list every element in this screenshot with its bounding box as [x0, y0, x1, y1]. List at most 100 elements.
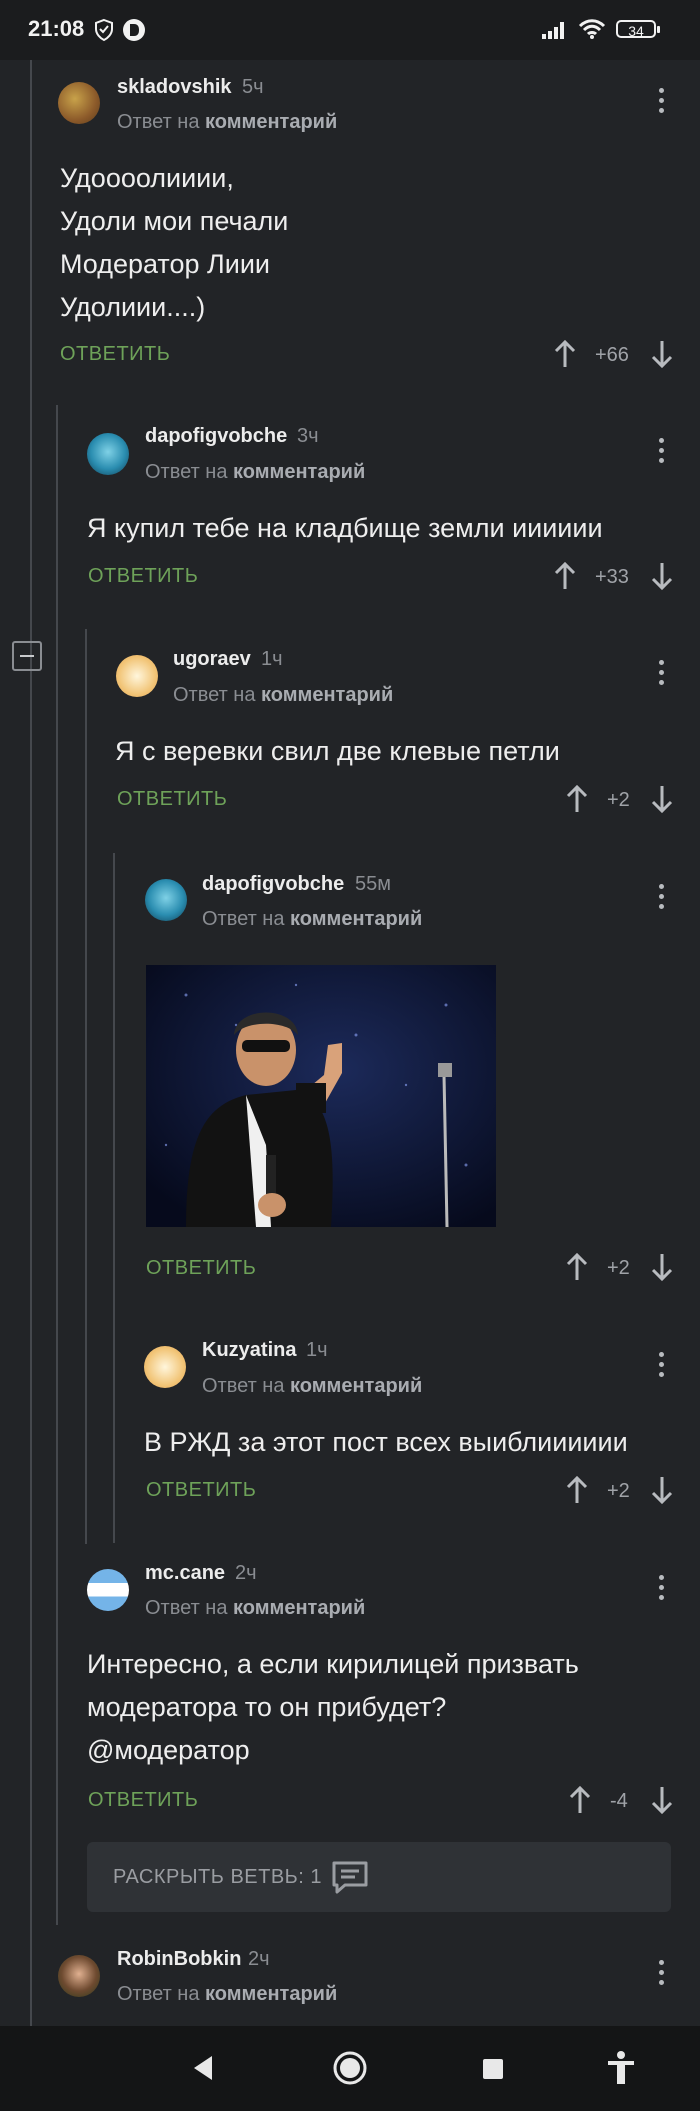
- reply-target[interactable]: комментарий: [205, 111, 337, 133]
- avatar[interactable]: [58, 82, 100, 124]
- comment-line: Я купил тебе на кладбище земли ииииии: [87, 513, 603, 543]
- username[interactable]: ugoraev: [173, 648, 251, 671]
- reply-button[interactable]: ОТВЕТИТЬ: [88, 565, 198, 588]
- comment-line: @модератор: [87, 1735, 250, 1765]
- reply-prefix: Ответ на: [202, 908, 285, 930]
- reply-target[interactable]: комментарий: [290, 1375, 422, 1397]
- downvote-icon[interactable]: [650, 1785, 674, 1815]
- comment-time: 55м: [355, 873, 391, 895]
- status-time: 21:08: [28, 16, 85, 41]
- reply-button[interactable]: ОТВЕТИТЬ: [88, 1789, 198, 1812]
- avatar[interactable]: [144, 1346, 186, 1388]
- reply-prefix: Ответ на: [117, 111, 200, 133]
- comment-line: Удоооолииии,: [60, 163, 234, 193]
- avatar[interactable]: [87, 433, 129, 475]
- downvote-icon[interactable]: [650, 561, 674, 591]
- comment-image[interactable]: [146, 965, 496, 1227]
- more-icon[interactable]: [657, 438, 665, 468]
- home-icon[interactable]: [332, 2050, 368, 2086]
- thread-line: [56, 405, 58, 1925]
- more-icon[interactable]: [657, 1575, 665, 1605]
- comment-time: 2ч: [248, 1948, 270, 1970]
- thread-line: [113, 853, 115, 1543]
- comment-text: В РЖД за этот пост всех выиблииииии: [144, 1421, 628, 1464]
- downvote-icon[interactable]: [650, 784, 674, 814]
- reply-button[interactable]: ОТВЕТИТЬ: [146, 1479, 256, 1502]
- back-icon[interactable]: [190, 2054, 214, 2082]
- downvote-icon[interactable]: [650, 1475, 674, 1505]
- comment-line: Удоли мои печали: [60, 206, 289, 236]
- username[interactable]: skladovshik: [117, 76, 232, 99]
- status-bar: 21:08 34: [0, 0, 700, 60]
- d-badge-icon: [123, 19, 145, 41]
- more-icon[interactable]: [657, 1960, 665, 1990]
- reply-to[interactable]: Ответ на комментарий: [173, 684, 393, 707]
- reply-target[interactable]: комментарий: [205, 1983, 337, 2005]
- upvote-icon[interactable]: [568, 1785, 592, 1815]
- comment-line: Интересно, а если кирилицей призвать: [87, 1649, 579, 1679]
- reply-target[interactable]: комментарий: [290, 908, 422, 930]
- score: -4: [610, 1790, 628, 1812]
- score: +2: [607, 1480, 630, 1502]
- upvote-icon[interactable]: [565, 1475, 589, 1505]
- reply-target[interactable]: комментарий: [233, 1597, 365, 1619]
- username[interactable]: RobinBobkin: [117, 1948, 241, 1971]
- reply-to[interactable]: Ответ на комментарий: [202, 1375, 422, 1398]
- downvote-icon[interactable]: [650, 339, 674, 369]
- score: +66: [595, 344, 629, 366]
- reply-prefix: Ответ на: [202, 1375, 285, 1397]
- upvote-icon[interactable]: [553, 339, 577, 369]
- comments-icon: [332, 1861, 368, 1894]
- reply-to[interactable]: Ответ на комментарий: [117, 1983, 337, 2006]
- signal-icon: [542, 22, 564, 39]
- battery-icon: 34: [616, 20, 660, 39]
- comment-line: модератора то он прибудет?: [87, 1692, 447, 1722]
- username[interactable]: dapofigvobche: [202, 873, 344, 896]
- more-icon[interactable]: [657, 1352, 665, 1382]
- reply-prefix: Ответ на: [145, 1597, 228, 1619]
- avatar[interactable]: [145, 879, 187, 921]
- expand-branch-label: РАСКРЫТЬ ВЕТВЬ: 1: [113, 1866, 323, 1888]
- collapse-icon[interactable]: [12, 641, 42, 671]
- more-icon[interactable]: [657, 884, 665, 914]
- downvote-icon[interactable]: [650, 1252, 674, 1282]
- reply-prefix: Ответ на: [145, 461, 228, 483]
- shield-icon: [95, 18, 113, 42]
- username[interactable]: dapofigvobche: [145, 425, 287, 448]
- wifi-icon: [578, 19, 606, 39]
- upvote-icon[interactable]: [565, 1252, 589, 1282]
- reply-to[interactable]: Ответ на комментарий: [202, 908, 422, 931]
- reply-target[interactable]: комментарий: [233, 461, 365, 483]
- reply-button[interactable]: ОТВЕТИТЬ: [117, 788, 227, 811]
- upvote-icon[interactable]: [565, 784, 589, 814]
- accessibility-icon[interactable]: [606, 2050, 636, 2086]
- comment-line: Модератор Лиии: [60, 249, 270, 279]
- reply-to[interactable]: Ответ на комментарий: [145, 461, 365, 484]
- comment-time: 5ч: [242, 76, 264, 98]
- score: +33: [595, 566, 629, 588]
- comment-time: 1ч: [261, 648, 283, 670]
- upvote-icon[interactable]: [553, 561, 577, 591]
- thread-line: [85, 629, 87, 1544]
- reply-target[interactable]: комментарий: [261, 684, 393, 706]
- reply-to[interactable]: Ответ на комментарий: [145, 1597, 365, 1620]
- thread-line: [30, 60, 32, 2026]
- more-icon[interactable]: [657, 660, 665, 690]
- expand-branch-button[interactable]: РАСКРЫТЬ ВЕТВЬ: 1: [87, 1842, 671, 1912]
- navigation-bar: [0, 2026, 700, 2111]
- comment-line: Удолиии....): [60, 292, 206, 322]
- more-icon[interactable]: [657, 88, 665, 118]
- recents-icon[interactable]: [482, 2058, 504, 2080]
- avatar[interactable]: [87, 1569, 129, 1611]
- reply-button[interactable]: ОТВЕТИТЬ: [146, 1257, 256, 1280]
- reply-button[interactable]: ОТВЕТИТЬ: [60, 343, 170, 366]
- avatar[interactable]: [58, 1955, 100, 1997]
- comment-line: В РЖД за этот пост всех выиблииииии: [144, 1427, 628, 1457]
- reply-to[interactable]: Ответ на комментарий: [117, 111, 337, 134]
- avatar[interactable]: [116, 655, 158, 697]
- comment-text: Удоооолииии, Удоли мои печали Модератор …: [60, 157, 288, 329]
- username[interactable]: mc.cane: [145, 1562, 225, 1585]
- comment-line: Я с веревки свил две клевые петли: [115, 736, 560, 766]
- username[interactable]: Kuzyatina: [202, 1339, 296, 1362]
- comment-text: Интересно, а если кирилицей призвать мод…: [87, 1643, 579, 1772]
